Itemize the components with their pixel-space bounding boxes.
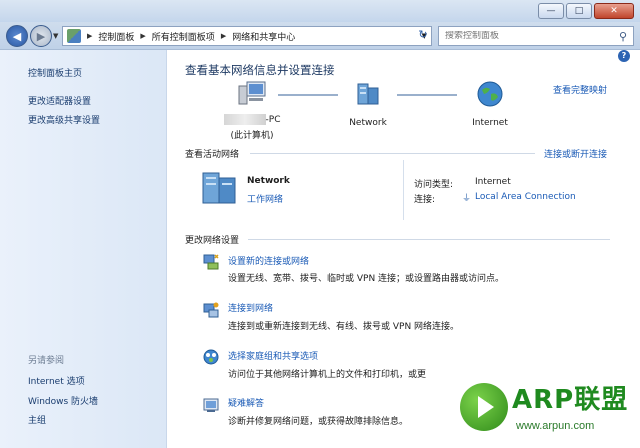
search-box: ⚲ [438,26,634,46]
divider [250,153,535,154]
vertical-divider [403,160,404,220]
minimize-button[interactable]: — [538,3,564,19]
maximize-button[interactable]: □ [566,3,592,19]
divider [248,239,610,240]
sidebar-item-homegroup[interactable]: 主组 [28,413,46,426]
network-node-network: Network [338,80,398,128]
sidebar-item-home[interactable]: 控制面板主页 [28,66,82,79]
back-button[interactable]: ◀ [6,25,28,47]
ethernet-icon: ⏚ [462,194,472,204]
homegroup-sharing-link[interactable]: 选择家庭组和共享选项 [228,349,318,362]
pc-sub-label: (此计算机) [230,131,274,141]
see-also-heading: 另请参阅 [28,356,65,366]
watermark: ARP联盟 www.arpun.com [460,375,640,448]
chevron-right-icon[interactable]: ▶ [87,32,92,40]
chevron-right-icon[interactable]: ▶ [221,32,226,40]
active-network-icon[interactable] [200,169,240,205]
new-connection-icon [203,254,219,270]
connect-to-network-desc: 连接到或重新连接到无线、有线、拨号或 VPN 网络连接。 [228,322,460,332]
view-full-map-link[interactable]: 查看完整映射 [553,83,607,96]
connection-line [278,94,338,96]
local-area-connection-link[interactable]: Local Area Connection [475,192,576,202]
connect-network-icon [203,302,219,318]
globe-icon [477,81,503,107]
forward-button[interactable]: ▶ [30,25,52,47]
sidebar-item-adapter[interactable]: 更改适配器设置 [28,94,91,107]
active-network-name: Network [247,176,290,186]
connection-label: 连接: [414,195,436,205]
setup-connection-link[interactable]: 设置新的连接或网络 [228,254,309,267]
arp-logo-icon [460,383,508,431]
refresh-icon[interactable]: ↻ [414,28,432,44]
pc-name: -PC [265,115,281,125]
back-arrow-icon: ◀ [12,29,22,43]
search-input[interactable] [445,31,605,41]
control-panel-icon [67,29,81,43]
change-settings-heading: 更改网络设置 [185,236,240,246]
sidebar-item-firewall[interactable]: Windows 防火墙 [28,394,98,407]
sidebar-item-internet-options[interactable]: Internet 选项 [28,374,85,387]
close-button[interactable]: ✕ [594,3,634,19]
homegroup-icon [203,349,219,365]
watermark-url: www.arpun.com [516,420,595,432]
active-network-heading: 查看活动网络 [185,150,240,160]
title-bar: — □ ✕ [0,0,640,22]
internet-node-label: Internet [472,118,508,128]
network-node-pc: -PC (此计算机) [212,80,292,141]
help-icon[interactable]: ? [618,50,630,62]
access-type-value: Internet [475,177,511,187]
breadcrumb-all-items[interactable]: 所有控制面板项 [152,30,215,43]
setup-connection-desc: 设置无线、宽带、拨号、临时或 VPN 连接；或设置路由器或访问点。 [228,274,505,284]
watermark-title: ARP联盟 [512,385,629,415]
search-icon[interactable]: ⚲ [619,30,627,43]
breadcrumb-network-center[interactable]: 网络和共享中心 [232,30,295,43]
breadcrumb: ▶ 控制面板 ▶ 所有控制面板项 ▶ 网络和共享中心 [81,30,295,43]
sidebar-item-advanced-sharing[interactable]: 更改高级共享设置 [28,113,100,126]
network-node-internet: Internet [460,80,520,128]
breadcrumb-control-panel[interactable]: 控制面板 [98,30,134,43]
navigation-bar: ◀ ▶ ▼ ▶ 控制面板 ▶ 所有控制面板项 ▶ 网络和共享中心 ▼ ↻ ⚲ [0,22,640,50]
connect-disconnect-link[interactable]: 连接或断开连接 [544,147,607,160]
homegroup-sharing-desc: 访问位于其他网络计算机上的文件和打印机，或更 [228,370,427,380]
page-title: 查看基本网络信息并设置连接 [185,63,335,77]
redacted-name [223,114,266,125]
chevron-right-icon[interactable]: ▶ [140,32,145,40]
network-type-link[interactable]: 工作网络 [247,192,283,205]
computer-icon [238,81,266,105]
connect-to-network-link[interactable]: 连接到网络 [228,301,273,314]
recent-pages-dropdown[interactable]: ▼ [53,32,58,40]
sidebar: 控制面板主页 更改适配器设置 更改高级共享设置 另请参阅 Internet 选项… [0,50,167,448]
connection-line [397,94,457,96]
address-bar[interactable]: ▶ 控制面板 ▶ 所有控制面板项 ▶ 网络和共享中心 ▼ [62,26,432,46]
network-node-label: Network [349,118,387,128]
access-type-label: 访问类型: [414,180,454,190]
troubleshoot-desc: 诊断并修复网络问题，或获得故障排除信息。 [228,417,409,427]
troubleshoot-link[interactable]: 疑难解答 [228,396,264,409]
network-icon [357,83,379,105]
forward-arrow-icon: ▶ [36,29,46,43]
window-controls: — □ ✕ [538,3,634,19]
troubleshoot-icon [203,398,219,412]
